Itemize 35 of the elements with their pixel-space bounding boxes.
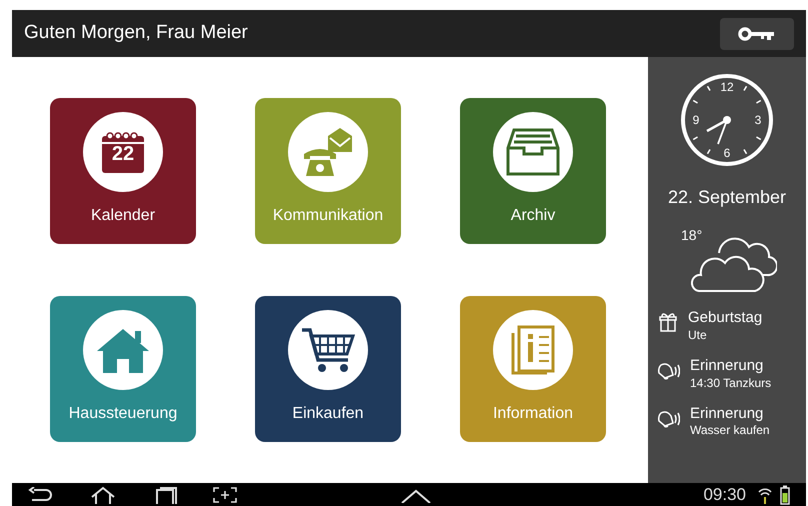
temperature: 18° [681, 226, 702, 245]
app-tile[interactable]: Archiv [460, 98, 606, 244]
clock-numeral: 6 [724, 146, 730, 160]
app-tile[interactable]: Einkaufen [255, 296, 401, 442]
date-label: 22. September [668, 186, 786, 209]
calendar-icon [100, 130, 146, 174]
key-icon [738, 26, 776, 40]
screenshot-icon[interactable] [212, 486, 238, 504]
signal-icon [758, 486, 772, 504]
clock-hands [706, 116, 731, 144]
key-button[interactable] [720, 18, 794, 50]
back-icon[interactable] [28, 486, 52, 502]
clock-time: 09:30 [703, 484, 746, 506]
clock-numeral: 12 [720, 80, 734, 94]
ringing-bell-icon [658, 410, 680, 428]
ringing-bell-icon [658, 362, 680, 380]
clock-numeral: 3 [754, 113, 762, 127]
event-title: Erinnerung [690, 404, 764, 424]
event-title: Erinnerung [690, 356, 764, 376]
event-detail: Ute [688, 328, 708, 343]
archive-tray-icon [506, 128, 560, 176]
app-tile[interactable]: Haussteuerung [50, 296, 196, 442]
gift-icon [658, 312, 678, 332]
battery-icon [780, 484, 790, 504]
calendar-day: 22 [83, 143, 163, 165]
greeting: Guten Morgen, Frau Meier [24, 21, 248, 46]
info-book-icon [509, 325, 557, 375]
clock-numeral: 9 [692, 113, 700, 127]
event-title: Geburtstag [688, 309, 762, 328]
app-tile[interactable]: 22 Kalender [50, 98, 196, 244]
event-detail: 14:30 Tanzkurs [690, 376, 772, 390]
shopping-cart-icon [300, 326, 356, 374]
event-detail: Wasser kaufen [690, 423, 770, 438]
home-icon[interactable] [90, 486, 116, 504]
house-icon [95, 327, 151, 373]
